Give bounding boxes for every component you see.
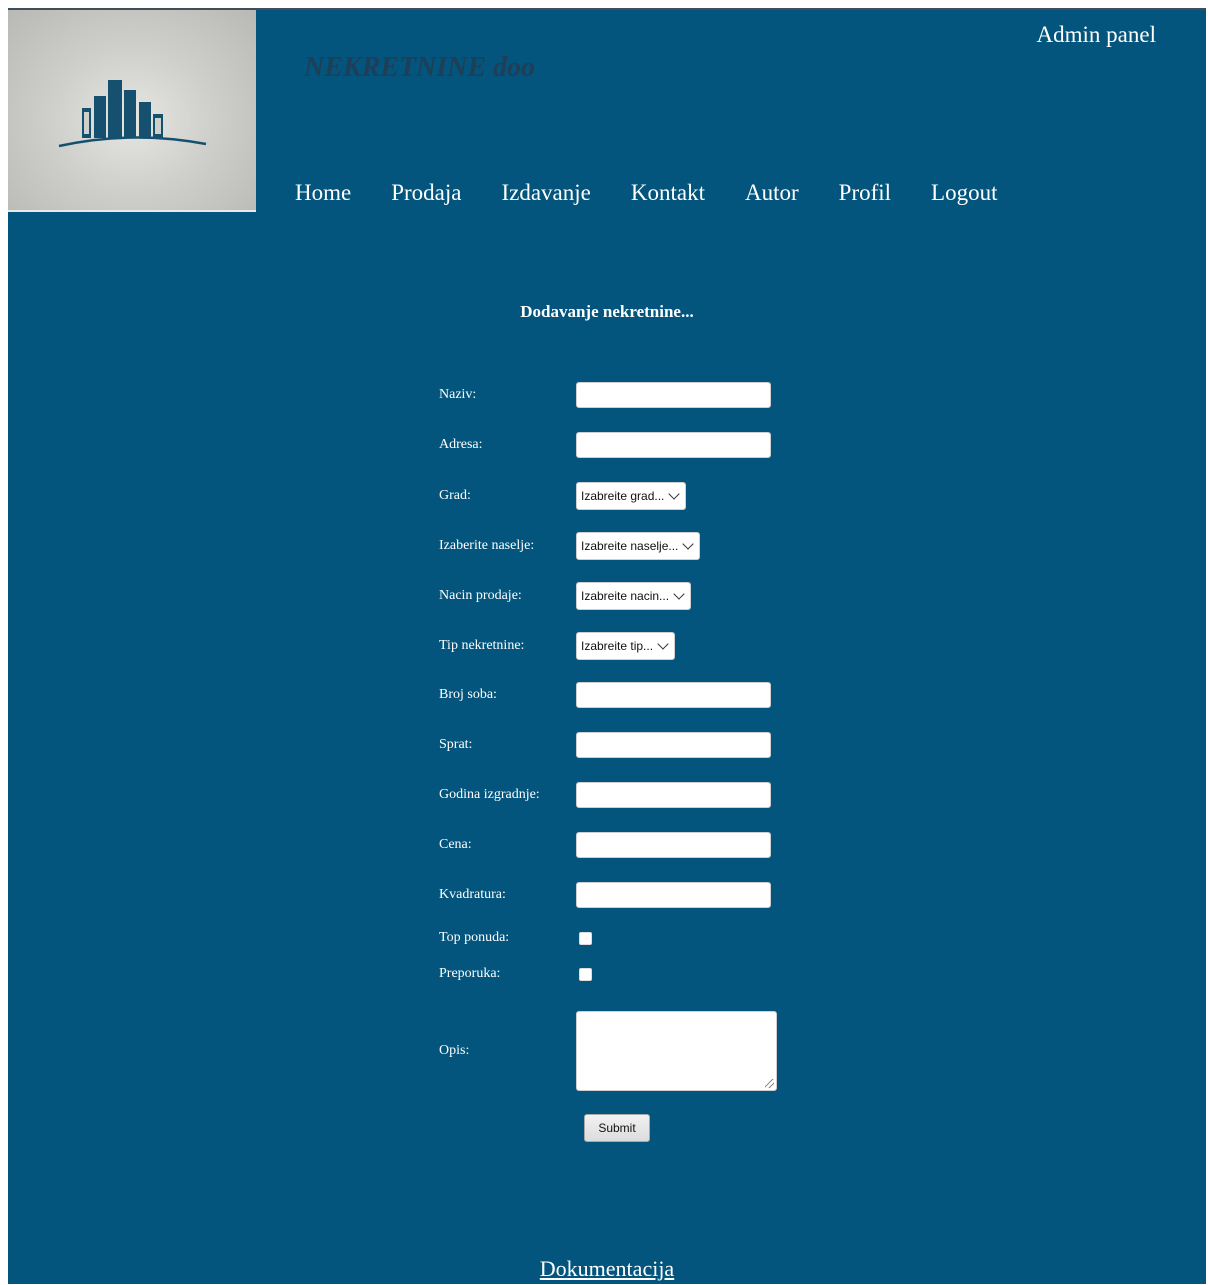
naziv-label: Naziv:	[439, 387, 477, 402]
grad-select[interactable]: Izabreite grad...	[576, 482, 687, 510]
row-tip: Tip nekretnine: Izabreite tip...	[439, 632, 676, 660]
top-ponuda-checkbox[interactable]	[579, 931, 592, 945]
chevron-down-icon	[682, 538, 695, 550]
row-sprat: Sprat:	[439, 732, 771, 758]
nav-home[interactable]: Home	[295, 180, 351, 206]
row-broj-soba: Broj soba:	[439, 682, 771, 708]
grad-label: Grad:	[439, 488, 471, 503]
nav-kontakt[interactable]: Kontakt	[631, 180, 705, 206]
tip-select-value: Izabreite tip...	[581, 639, 654, 653]
chevron-down-icon	[673, 588, 685, 600]
cena-label: Cena:	[439, 837, 472, 852]
logo[interactable]	[8, 10, 256, 212]
naselje-select[interactable]: Izabreite naselje...	[576, 532, 701, 560]
page-frame: NEKRETNINE doo Admin panel Home Prodaja …	[8, 8, 1206, 1284]
nav-izdavanje[interactable]: Izdavanje	[501, 180, 590, 206]
broj-soba-label: Broj soba:	[439, 687, 497, 702]
row-kvadratura: Kvadratura:	[439, 882, 771, 908]
nacin-select[interactable]: Izabreite nacin...	[576, 582, 692, 610]
resize-grip-icon[interactable]	[765, 1079, 774, 1088]
dokumentacija-link[interactable]: Dokumentacija	[8, 1256, 1206, 1282]
row-naselje: Izaberite naselje: Izabreite naselje...	[439, 532, 701, 560]
opis-label: Opis:	[439, 1043, 470, 1058]
preporuka-label: Preporuka:	[439, 966, 501, 981]
godina-input[interactable]	[576, 782, 771, 808]
opis-textarea[interactable]	[576, 1011, 777, 1091]
nacin-label: Nacin prodaje:	[439, 588, 522, 603]
row-grad: Grad: Izabreite grad...	[439, 482, 687, 510]
row-naziv: Naziv:	[439, 382, 771, 408]
nav-autor[interactable]: Autor	[745, 180, 799, 206]
cena-input[interactable]	[576, 832, 771, 858]
buildings-logo-icon	[58, 80, 207, 148]
top-ponuda-label: Top ponuda:	[439, 930, 510, 945]
row-adresa: Adresa:	[439, 432, 771, 458]
row-opis: Opis:	[439, 1011, 777, 1091]
grad-select-value: Izabreite grad...	[581, 489, 665, 503]
adresa-input[interactable]	[576, 432, 771, 458]
row-godina: Godina izgradnje:	[439, 782, 771, 808]
chevron-down-icon	[657, 638, 669, 650]
sprat-input[interactable]	[576, 732, 771, 758]
row-top-ponuda: Top ponuda:	[439, 930, 592, 946]
naselje-label: Izaberite naselje:	[439, 538, 535, 553]
kvadratura-input[interactable]	[576, 882, 771, 908]
preporuka-checkbox[interactable]	[579, 967, 592, 981]
form-title: Dodavanje nekretnine...	[520, 302, 694, 321]
tip-label: Tip nekretnine:	[439, 638, 525, 653]
sprat-label: Sprat:	[439, 737, 473, 752]
nav-profil[interactable]: Profil	[839, 180, 891, 206]
adresa-label: Adresa:	[439, 437, 483, 452]
naselje-select-value: Izabreite naselje...	[581, 539, 679, 553]
tip-select[interactable]: Izabreite tip...	[576, 632, 676, 660]
chevron-down-icon	[668, 488, 681, 500]
nav-logout[interactable]: Logout	[931, 180, 997, 206]
kvadratura-label: Kvadratura:	[439, 887, 506, 902]
godina-label: Godina izgradnje:	[439, 787, 540, 802]
brand-title: NEKRETNINE doo	[304, 52, 536, 83]
broj-soba-input[interactable]	[576, 682, 771, 708]
nav-prodaja[interactable]: Prodaja	[391, 180, 461, 206]
row-cena: Cena:	[439, 832, 771, 858]
submit-button[interactable]: Submit	[584, 1114, 650, 1142]
row-preporuka: Preporuka:	[439, 966, 592, 982]
admin-panel-label: Admin panel	[1036, 22, 1156, 47]
nacin-select-value: Izabreite nacin...	[581, 589, 670, 603]
naziv-input[interactable]	[576, 382, 771, 408]
row-nacin: Nacin prodaje: Izabreite nacin...	[439, 582, 692, 610]
main-nav: Home Prodaja Izdavanje Kontakt Autor Pro…	[295, 180, 1038, 206]
